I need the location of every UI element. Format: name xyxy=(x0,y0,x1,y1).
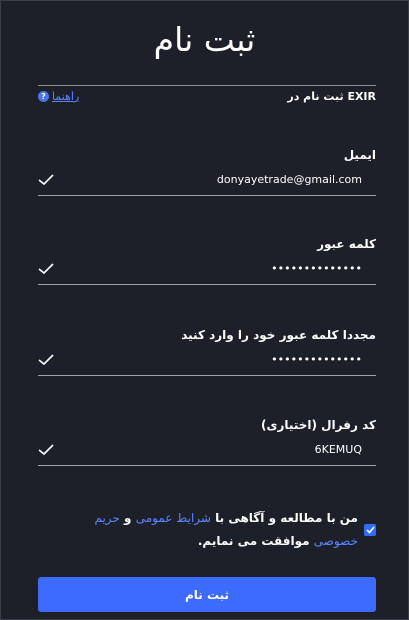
check-icon xyxy=(38,174,54,186)
referral-input[interactable] xyxy=(64,440,362,458)
email-label: ایمیل xyxy=(343,148,376,162)
password-confirm-field-group: مجددا کلمه عبور خود را وارد کنید xyxy=(38,328,376,376)
help-link-group[interactable]: ? راهنما xyxy=(38,90,79,103)
terms-link[interactable]: شرایط عمومی xyxy=(136,511,211,525)
password-label: کلمه عبور xyxy=(317,237,376,251)
email-field-group: ایمیل xyxy=(38,148,376,196)
check-icon xyxy=(38,263,54,275)
agreement-suffix: موافقت می نمایم. xyxy=(197,534,314,548)
agreement-group: من با مطالعه و آگاهی با شرایط عمومی و حر… xyxy=(38,507,376,553)
page-title: ثبت نام xyxy=(153,20,256,59)
agreement-prefix: من با مطالعه و آگاهی با xyxy=(210,511,358,525)
password-confirm-label: مجددا کلمه عبور خود را وارد کنید xyxy=(181,328,376,342)
referral-label: کد رفرال (اختیاری) xyxy=(261,418,376,432)
check-icon xyxy=(38,444,54,456)
checkmark-icon xyxy=(365,526,375,534)
subheader: ? راهنما ثبت نام در EXIR xyxy=(38,90,376,106)
password-confirm-input[interactable] xyxy=(64,350,362,368)
signup-subtitle: ثبت نام در EXIR xyxy=(287,90,376,103)
help-link[interactable]: راهنما xyxy=(52,90,79,103)
password-field-group: کلمه عبور xyxy=(38,237,376,285)
agreement-checkbox[interactable] xyxy=(364,524,376,536)
referral-field-group: کد رفرال (اختیاری) xyxy=(38,418,376,466)
password-confirm-underline xyxy=(38,375,376,376)
agreement-and: و xyxy=(119,511,136,525)
password-input[interactable] xyxy=(64,259,362,277)
top-divider xyxy=(38,85,376,86)
signup-page: ثبت نام ? راهنما ثبت نام در EXIR ایمیل ک… xyxy=(0,0,409,620)
submit-button[interactable]: ثبت نام xyxy=(38,577,376,612)
question-circle-icon[interactable]: ? xyxy=(38,91,49,102)
email-underline xyxy=(38,195,376,196)
check-icon xyxy=(38,354,54,366)
referral-underline xyxy=(38,465,376,466)
agreement-text: من با مطالعه و آگاهی با شرایط عمومی و حر… xyxy=(58,507,358,553)
password-underline xyxy=(38,284,376,285)
email-input[interactable] xyxy=(64,170,362,188)
